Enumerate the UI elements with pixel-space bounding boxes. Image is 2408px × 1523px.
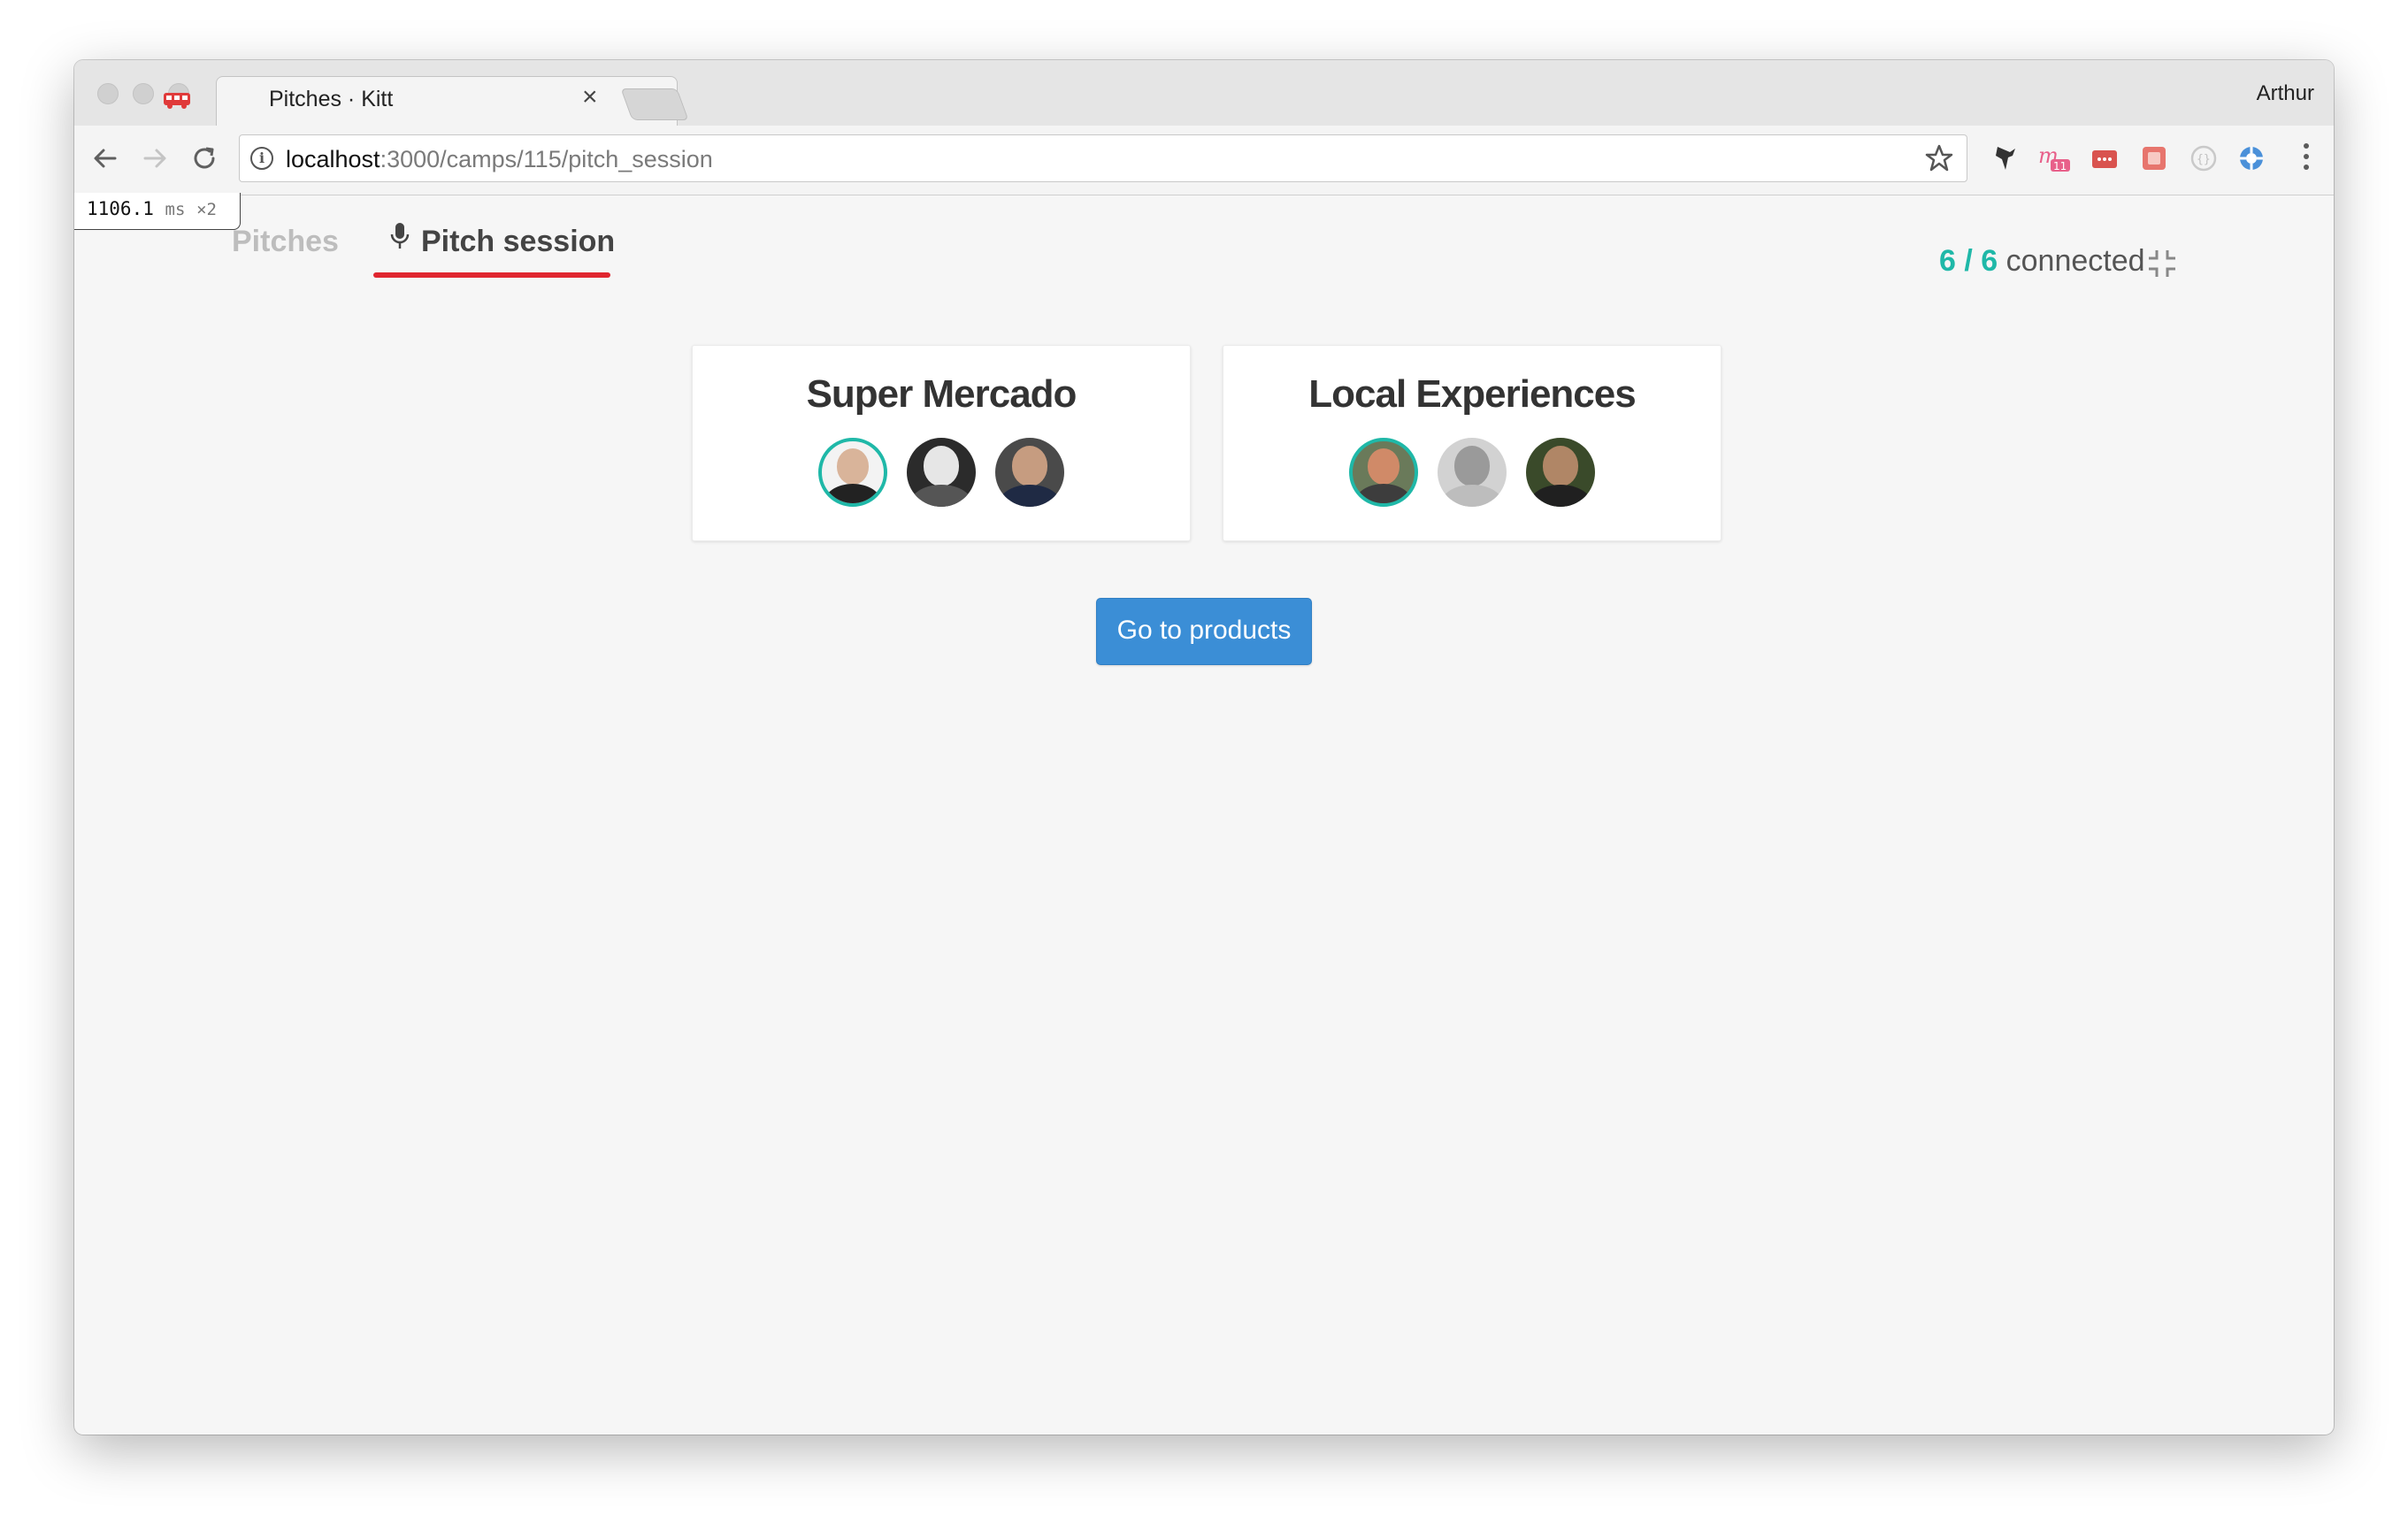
avatar[interactable] [818,438,887,507]
profile-name[interactable]: Arthur [2257,81,2314,106]
forward-arrow-icon[interactable] [140,143,170,173]
address-bar[interactable]: i localhost:3000/camps/115/pitch_session [239,134,1967,182]
tab-pitches-label: Pitches [232,225,339,258]
team-name: Local Experiences [1308,372,1636,416]
extension-lifebuoy-icon[interactable] [2236,143,2266,173]
tab-pitch-session-label: Pitch session [421,225,616,258]
reload-icon[interactable] [189,143,219,173]
team-card-local-experiences[interactable]: Local Experiences [1223,345,1722,541]
avatar[interactable] [907,438,976,507]
tab-strip: Pitches · Kitt × Arthur [74,60,2334,128]
extension-red-box-icon[interactable] [2090,143,2120,173]
new-tab-button[interactable] [620,88,689,120]
team-members [693,438,1190,507]
browser-toolbar: i localhost:3000/camps/115/pitch_session… [74,126,2334,195]
avatar[interactable] [1438,438,1507,507]
browser-menu-icon[interactable] [2304,143,2311,175]
performance-badge: 1106.1 ms ×2 [74,193,241,230]
window-close-button[interactable] [97,83,119,104]
perf-value: 1106.1 [87,198,154,219]
team-name: Super Mercado [806,372,1077,416]
tab-pitch-session[interactable]: Pitch session [389,223,616,259]
go-to-products-button[interactable]: Go to products [1096,598,1312,665]
perf-unit: ms [165,200,186,219]
connected-label: connected [2005,244,2145,278]
browser-window: Pitches · Kitt × Arthur i localhost:3000… [74,60,2334,1435]
svg-text:{}: {} [2197,153,2211,166]
connection-status: 6 / 6 connected [1939,244,2145,279]
avatar[interactable] [1526,438,1595,507]
extension-mail-counter-icon[interactable]: m 11 [2038,143,2074,173]
avatar[interactable] [1349,438,1418,507]
tab-title: Pitches · Kitt [269,87,394,111]
bookmark-star-icon[interactable] [1924,143,1954,173]
microphone-icon [390,223,410,249]
team-members [1223,438,1721,507]
tab-close-icon[interactable]: × [582,84,598,111]
bus-favicon-icon [164,93,190,109]
collapse-fullscreen-icon[interactable] [2146,248,2178,279]
active-tab-underline [373,272,610,278]
tab-pitches[interactable]: Pitches [232,225,339,259]
url-text: localhost:3000/camps/115/pitch_session [286,146,713,172]
connected-count: 6 / 6 [1939,244,1998,278]
avatar[interactable] [995,438,1064,507]
back-arrow-icon[interactable] [90,143,120,173]
site-info-icon[interactable]: i [250,147,273,170]
team-card-super-mercado[interactable]: Super Mercado [692,345,1191,541]
extension-puzzle-icon[interactable] [2139,143,2169,173]
svg-text:11: 11 [2053,160,2067,172]
extension-bird-icon[interactable] [1990,143,2021,173]
perf-multiplier: ×2 [196,200,217,219]
extension-brackets-icon[interactable]: {} [2189,143,2219,173]
window-minimize-button[interactable] [133,83,154,104]
